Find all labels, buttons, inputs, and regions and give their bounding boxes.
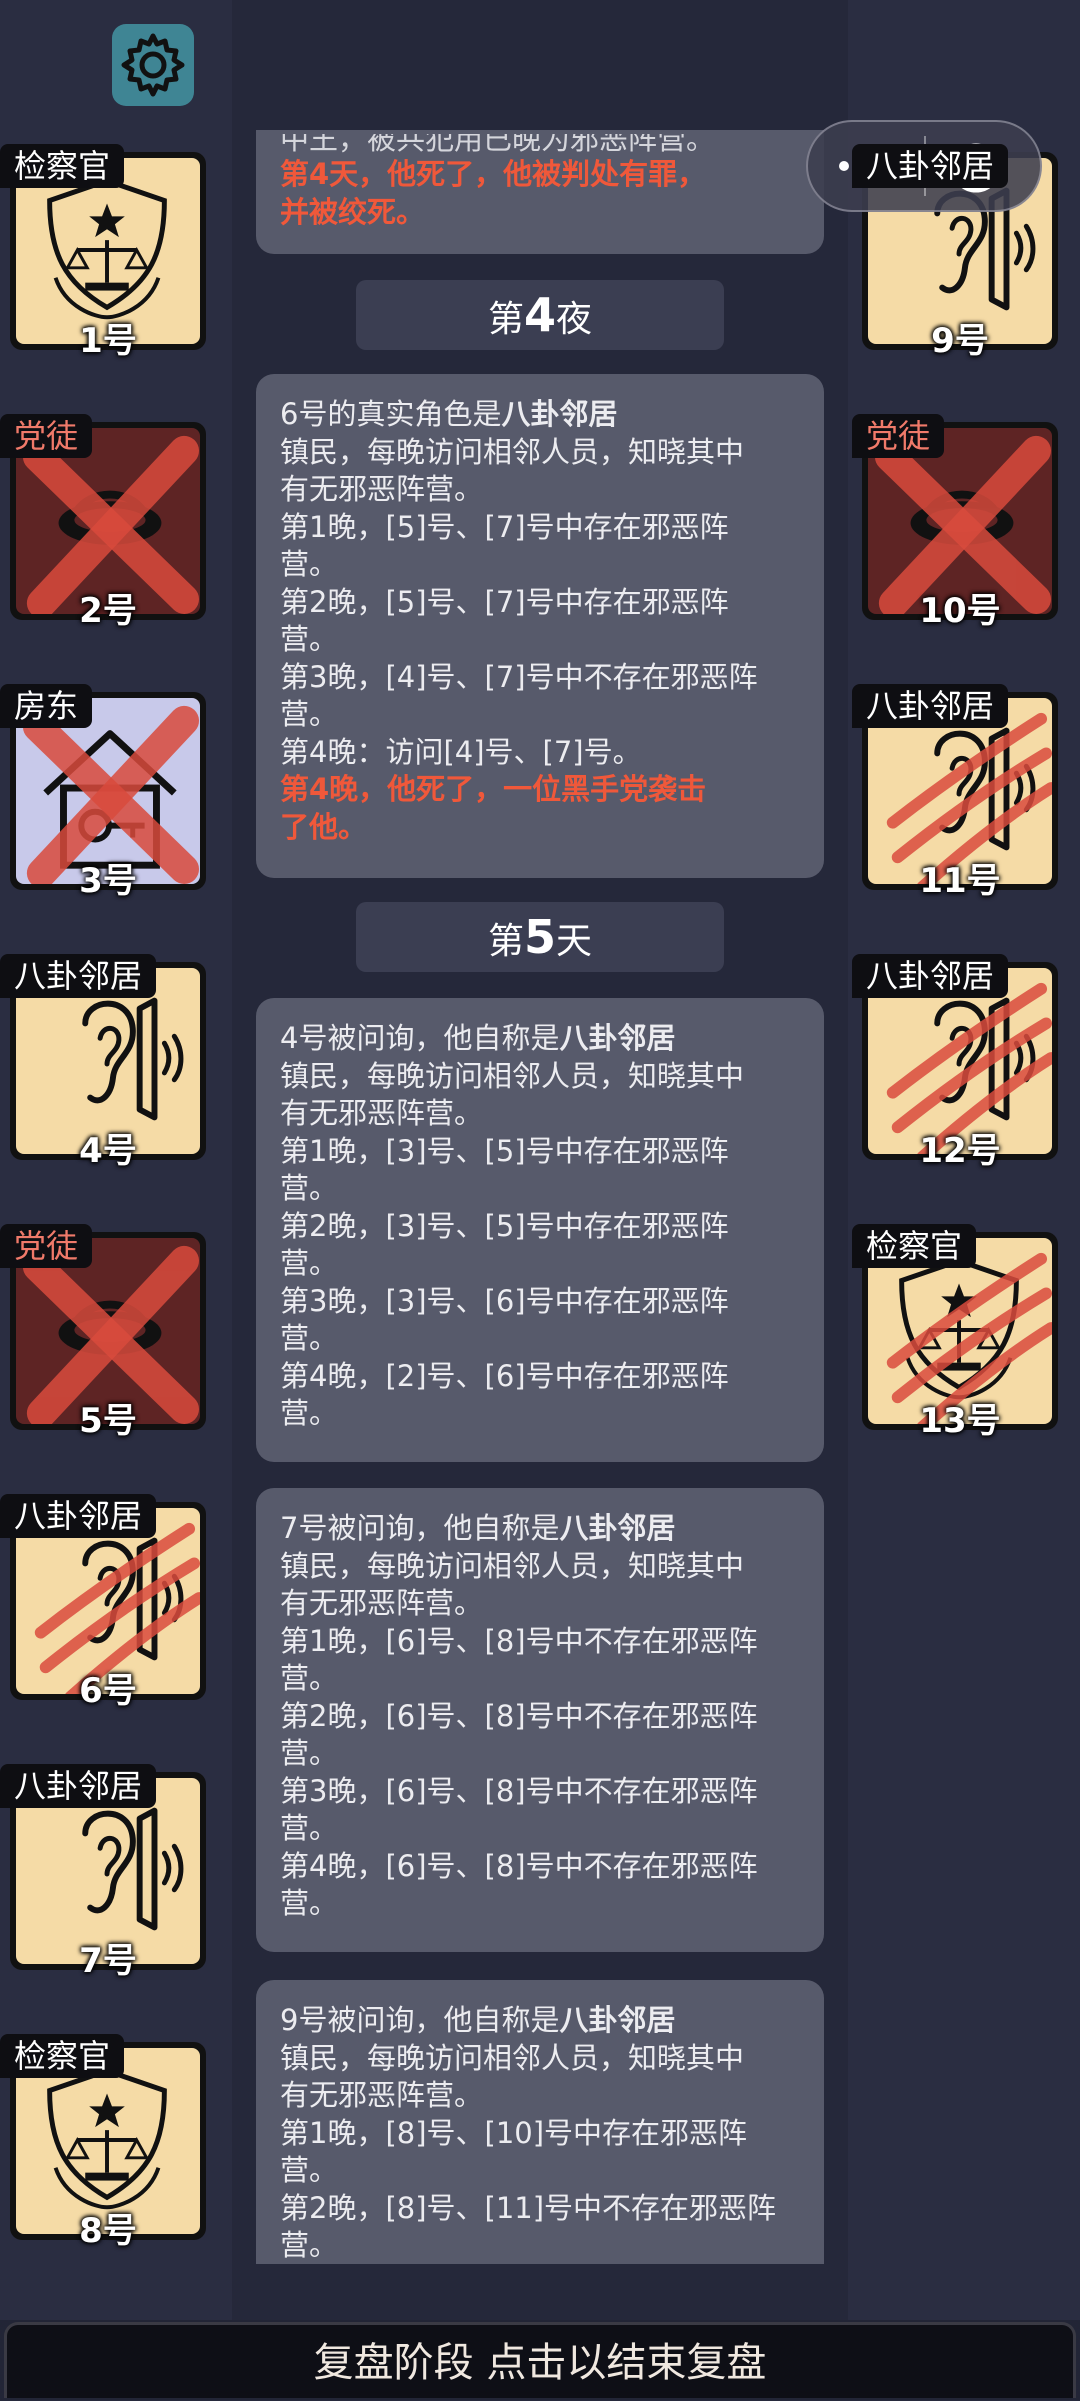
role-label: 党徒 [852, 414, 945, 458]
log-line: 营。 [280, 1886, 339, 1920]
log-line: 有无邪恶阵营。 [280, 2078, 484, 2112]
player-card-10[interactable]: 党徒 10号 [852, 414, 1058, 631]
player-number: 6号 [79, 1671, 137, 1711]
player-number: 5号 [79, 1401, 137, 1441]
log-line: 营。 [280, 1246, 339, 1280]
log-message: 6号的真实角色是八卦邻居 镇民，每晚访问相邻人员，知晓其中 有无邪恶阵营。 第1… [256, 374, 824, 878]
role-label: 八卦邻居 [852, 684, 1009, 728]
player-number: 7号 [79, 1941, 137, 1981]
settings-button[interactable] [112, 24, 194, 106]
log-line: 第1晚，[5]号、[7]号中存在邪恶阵 [280, 509, 729, 544]
log-line: 镇民，每晚访问相邻人员，知晓其中 [280, 1548, 745, 1583]
log-line: 第4晚，[6]号、[8]号中不存在邪恶阵 [280, 1848, 758, 1883]
log-intro: 4号被问询，他自称是八卦邻居 [280, 1021, 676, 1055]
player-card-6[interactable]: 八卦邻居 6号 [0, 1494, 206, 1711]
log-intro: 6号的真实角色是八卦邻居 [280, 397, 618, 431]
player-number: 3号 [79, 861, 137, 901]
log-line: 有无邪恶阵营。 [280, 472, 484, 506]
player-card-1[interactable]: 检察官 1号 [0, 144, 206, 361]
role-label: 房东 [0, 684, 93, 728]
gear-icon [121, 33, 185, 97]
player-number: 13号 [919, 1401, 1001, 1441]
player-card-5[interactable]: 党徒 5号 [0, 1224, 206, 1441]
log-line: 营。 [280, 547, 339, 581]
log-death-line: 了他。 [280, 809, 368, 844]
log-line: 营。 [280, 1736, 339, 1770]
end-review-button[interactable]: 复盘阶段 点击以结束复盘 [4, 2322, 1076, 2398]
log-line: 第1晚，[8]号、[10]号中存在邪恶阵 [280, 2115, 748, 2150]
log-line: 镇民，每晚访问相邻人员，知晓其中 [280, 434, 745, 469]
log-line: 营。 [280, 622, 339, 656]
log-message: 7号被问询，他自称是八卦邻居 镇民，每晚访问相邻人员，知晓其中 有无邪恶阵营。 … [256, 1488, 824, 1952]
player-number: 1号 [79, 321, 137, 361]
log-message: 中王，被共犯用已晚为邪恶阵营。 第4天，他死了，他被判处有罪， 并被绞死。 [256, 130, 824, 254]
log-line: 营。 [280, 1171, 339, 1205]
log-line: 第4晚，[2]号、[6]号中存在邪恶阵 [280, 1358, 729, 1393]
phase-header-day-5: 第5天 [356, 902, 724, 972]
player-card-8[interactable]: 检察官 8号 [0, 2034, 206, 2251]
log-line: 中王，被共犯用已晚为邪恶阵营。 [280, 134, 716, 156]
player-card-11[interactable]: 八卦邻居 11号 [852, 684, 1058, 901]
log-line: 镇民，每晚访问相邻人员，知晓其中 [280, 2040, 745, 2075]
log-line: 营。 [280, 1396, 339, 1430]
log-line: 有无邪恶阵营。 [280, 1586, 484, 1620]
log-death-line: 第4天，他死了，他被判处有罪， [280, 157, 707, 191]
role-label: 党徒 [0, 1224, 93, 1268]
log-death-line: 第4晚，他死了，一位黑手党袭击 [280, 772, 707, 806]
log-line: 第3晚，[3]号、[6]号中存在邪恶阵 [280, 1283, 729, 1318]
role-label: 检察官 [0, 144, 125, 188]
log-line: 第1晚，[6]号、[8]号中不存在邪恶阵 [280, 1623, 758, 1658]
player-card-12[interactable]: 八卦邻居 12号 [852, 954, 1058, 1171]
log-line: 第3晚，[4]号、[7]号中不存在邪恶阵 [280, 659, 758, 694]
log-line: 营。 [280, 2153, 339, 2187]
player-number: 4号 [79, 1131, 137, 1171]
player-card-3[interactable]: 房东 3号 [0, 684, 206, 901]
role-label: 八卦邻居 [0, 1764, 157, 1808]
player-number: 9号 [931, 321, 989, 361]
log-message: 9号被问询，他自称是八卦邻居 镇民，每晚访问相邻人员，知晓其中 有无邪恶阵营。 … [256, 1980, 824, 2264]
log-line: 镇民，每晚访问相邻人员，知晓其中 [280, 1058, 745, 1093]
log-message: 4号被问询，他自称是八卦邻居 镇民，每晚访问相邻人员，知晓其中 有无邪恶阵营。 … [256, 998, 824, 1462]
player-number: 10号 [919, 591, 1001, 631]
log-line: 第2晚，[8]号、[11]号中不存在邪恶阵 [280, 2190, 777, 2225]
log-intro: 9号被问询，他自称是八卦邻居 [280, 2003, 676, 2037]
log-line: 有无邪恶阵营。 [280, 1096, 484, 1130]
player-card-13[interactable]: 检察官 13号 [852, 1224, 1058, 1441]
player-number: 12号 [919, 1131, 1001, 1171]
phase-header-night-4: 第4夜 [356, 280, 724, 350]
log-line: 第3晚，[6]号、[8]号中不存在邪恶阵 [280, 1773, 758, 1808]
log-line: 营。 [280, 1661, 339, 1695]
player-card-4[interactable]: 八卦邻居 4号 [0, 954, 206, 1171]
log-line: 第2晚，[3]号、[5]号中存在邪恶阵 [280, 1208, 729, 1243]
player-number: 2号 [79, 591, 137, 631]
player-number: 8号 [79, 2211, 137, 2251]
log-line: 第4晚：访问[4]号、[7]号。 [280, 734, 642, 769]
log-death-line: 并被绞死。 [280, 194, 426, 229]
log-line: 营。 [280, 1321, 339, 1355]
log-line: 第2晚，[6]号、[8]号中不存在邪恶阵 [280, 1698, 758, 1733]
role-label: 八卦邻居 [0, 954, 157, 998]
log-intro: 7号被问询，他自称是八卦邻居 [280, 1511, 676, 1545]
role-label: 检察官 [852, 1224, 977, 1268]
role-label: 八卦邻居 [852, 954, 1009, 998]
role-label: 八卦邻居 [852, 144, 1009, 188]
log-line: 营。 [280, 2228, 339, 2262]
log-line: 营。 [280, 697, 339, 731]
player-card-2[interactable]: 党徒 2号 [0, 414, 206, 631]
role-label: 八卦邻居 [0, 1494, 157, 1538]
role-label: 党徒 [0, 414, 93, 458]
log-line: 营。 [280, 1811, 339, 1845]
player-number: 11号 [919, 861, 1001, 901]
log-line: 第1晚，[3]号、[5]号中存在邪恶阵 [280, 1133, 729, 1168]
log-line: 第2晚，[5]号、[7]号中存在邪恶阵 [280, 584, 729, 619]
player-card-7[interactable]: 八卦邻居 7号 [0, 1764, 206, 1981]
role-label: 检察官 [0, 2034, 125, 2078]
